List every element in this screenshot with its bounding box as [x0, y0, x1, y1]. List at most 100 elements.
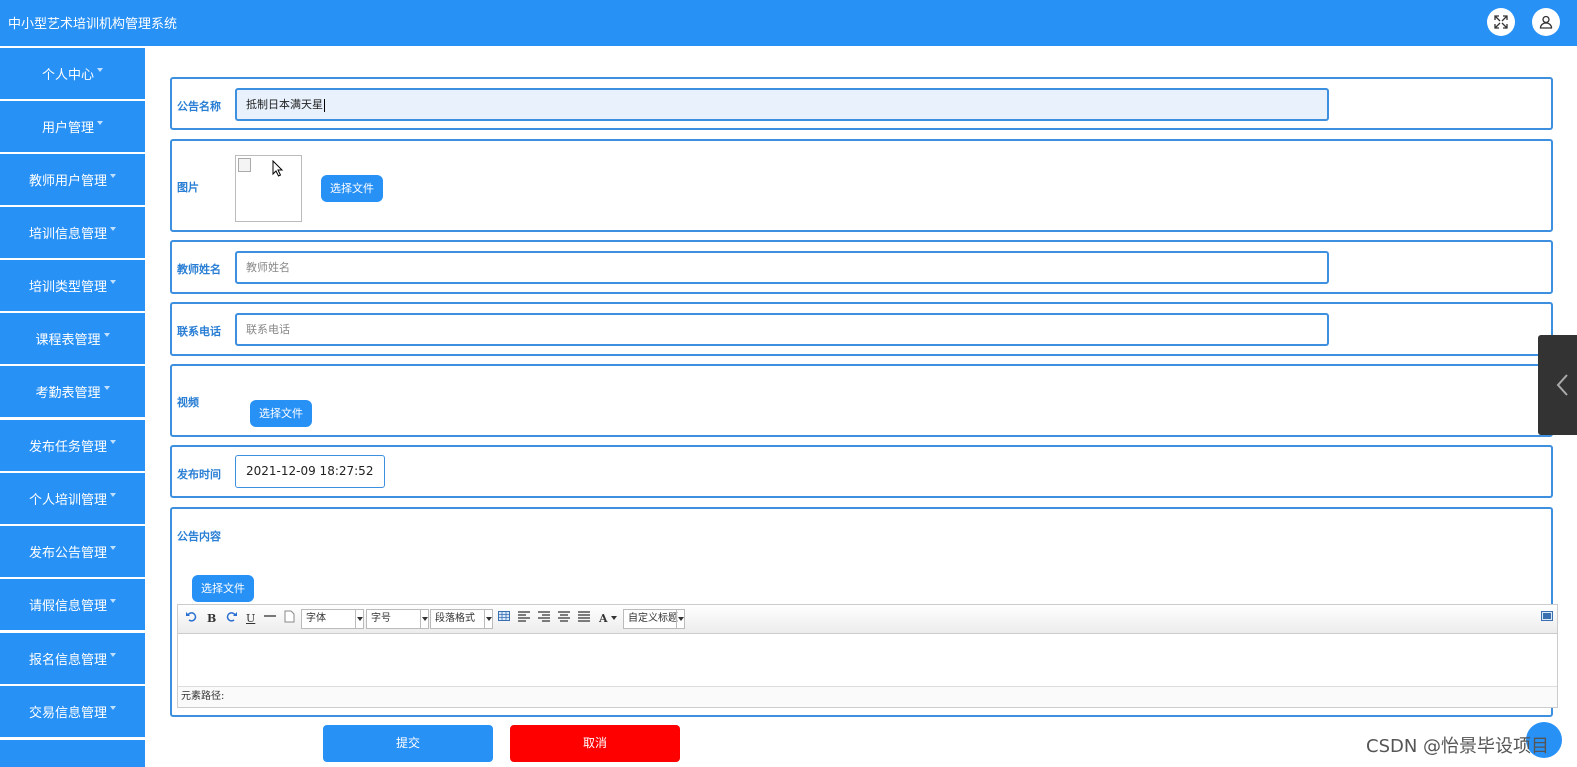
sidebar-item-personal-training[interactable]: 个人培训管理	[0, 473, 145, 524]
undo-icon	[186, 612, 197, 622]
document-icon	[284, 610, 295, 623]
sidebar-item-label: 个人中心	[41, 68, 94, 83]
sidebar-item-announcements[interactable]: 发布公告管理	[0, 526, 145, 577]
caret-down-icon	[103, 332, 110, 337]
dropdown-arrow-icon	[676, 610, 684, 628]
new-document-button[interactable]	[284, 610, 295, 628]
font-family-value: 字体	[306, 613, 326, 624]
image-choose-file-button[interactable]: 选择文件	[321, 175, 383, 202]
sidebar-item-users[interactable]: 用户管理	[0, 101, 145, 152]
sidebar-item-label: 发布公告管理	[28, 546, 107, 561]
sidebar-item-label: 用户管理	[41, 121, 94, 136]
caret-down-icon	[110, 652, 116, 657]
sidebar-item-enrollment[interactable]: 报名信息管理	[0, 633, 145, 684]
font-color-button[interactable]: A	[599, 610, 617, 628]
submit-button[interactable]: 提交	[323, 725, 493, 762]
caret-down-icon	[103, 385, 110, 390]
caret-down-icon	[610, 616, 617, 620]
align-justify-button[interactable]	[578, 610, 590, 628]
sidebar-item-label: 教师用户管理	[28, 174, 107, 189]
align-right-button[interactable]	[538, 610, 550, 628]
caret-down-icon	[110, 598, 116, 603]
align-right-icon	[538, 611, 550, 622]
caret-down-icon	[110, 439, 116, 444]
sidebar-item-training-type[interactable]: 培训类型管理	[0, 260, 145, 311]
sidebar-item-schedule[interactable]: 课程表管理	[0, 313, 145, 364]
editor-content-area[interactable]	[178, 634, 1557, 686]
phone-input[interactable]: 联系电话	[235, 313, 1329, 346]
publish-time-input[interactable]: 2021-12-09 18:27:52	[235, 455, 385, 488]
fullscreen-editor-icon	[1541, 611, 1553, 621]
undo-button[interactable]	[185, 610, 197, 628]
caret-down-icon	[110, 492, 116, 497]
custom-title-value: 自定义标题	[628, 613, 678, 624]
title-input[interactable]: 抵制日本满天星	[235, 88, 1329, 121]
user-button[interactable]	[1532, 8, 1560, 36]
text-cursor	[324, 98, 325, 112]
dropdown-arrow-icon	[420, 610, 428, 628]
user-icon	[1539, 15, 1553, 29]
rich-text-editor: B U 字体 字号 段落格式 A 自定义标题 元素路径:	[177, 604, 1558, 708]
teacher-name-input[interactable]: 教师姓名	[235, 251, 1329, 284]
insert-table-button[interactable]	[498, 610, 510, 628]
sidebar-item-label: 培训信息管理	[28, 227, 107, 242]
sidebar-item-transactions[interactable]: 交易信息管理	[0, 686, 145, 737]
content-choose-file-button[interactable]: 选择文件	[192, 575, 254, 602]
time-row: 发布时间 2021-12-09 18:27:52	[170, 445, 1553, 498]
caret-down-icon	[97, 67, 103, 72]
side-panel-toggle[interactable]	[1538, 335, 1577, 435]
element-path-bar: 元素路径:	[178, 686, 1557, 707]
align-center-button[interactable]	[558, 610, 570, 628]
title-label: 公告名称	[177, 100, 221, 113]
caret-down-icon	[97, 120, 103, 125]
sidebar-item-partial[interactable]	[0, 740, 145, 767]
editor-toolbar: B U 字体 字号 段落格式 A 自定义标题	[178, 605, 1557, 634]
phone-row: 联系电话 联系电话	[170, 302, 1553, 356]
sidebar-item-label: 发布任务管理	[28, 440, 107, 455]
top-bar: 中小型艺术培训机构管理系统	[0, 0, 1577, 46]
sidebar-item-label: 个人培训管理	[28, 493, 107, 508]
redo-button[interactable]	[226, 610, 238, 628]
sidebar-item-personal-center[interactable]: 个人中心	[0, 48, 145, 99]
video-row: 视频 选择文件	[170, 364, 1553, 437]
video-choose-file-button[interactable]: 选择文件	[250, 400, 312, 427]
content-row: 公告内容 选择文件 B U 字体 字号 段落格式 A 自定义标题 元素路径:	[170, 507, 1558, 717]
fullscreen-editor-button[interactable]	[1541, 610, 1553, 628]
chevron-left-icon	[1556, 374, 1568, 396]
paragraph-format-select[interactable]: 段落格式	[430, 609, 493, 629]
sidebar-item-teacher-users[interactable]: 教师用户管理	[0, 154, 145, 205]
image-row: 图片 选择文件	[170, 139, 1553, 232]
custom-title-select[interactable]: 自定义标题	[623, 609, 685, 629]
underline-button[interactable]: U	[246, 610, 255, 628]
font-size-select[interactable]: 字号	[366, 609, 429, 629]
align-left-button[interactable]	[518, 610, 530, 628]
phone-label: 联系电话	[177, 325, 221, 338]
sidebar-item-label: 课程表管理	[35, 333, 101, 348]
sidebar-item-tasks[interactable]: 发布任务管理	[0, 420, 145, 471]
font-family-select[interactable]: 字体	[301, 609, 364, 629]
image-label: 图片	[177, 181, 199, 194]
horizontal-rule-button[interactable]	[264, 610, 276, 628]
sidebar-item-leave[interactable]: 请假信息管理	[0, 579, 145, 630]
app-title: 中小型艺术培训机构管理系统	[8, 17, 178, 32]
mouse-pointer-icon	[272, 160, 284, 177]
sidebar-item-label: 培训类型管理	[28, 280, 107, 295]
bold-button[interactable]: B	[207, 610, 216, 628]
watermark: CSDN @怡景毕设项目	[1366, 736, 1550, 757]
fullscreen-button[interactable]	[1487, 8, 1515, 36]
caret-down-icon	[110, 226, 116, 231]
time-label: 发布时间	[177, 468, 221, 481]
sidebar-item-attendance[interactable]: 考勤表管理	[0, 366, 145, 417]
fullscreen-icon	[1494, 15, 1508, 29]
sidebar-item-label: 考勤表管理	[35, 386, 101, 401]
sidebar-item-training-info[interactable]: 培训信息管理	[0, 207, 145, 258]
sidebar-item-label: 交易信息管理	[28, 706, 107, 721]
title-value: 抵制日本满天星	[246, 98, 323, 111]
table-icon	[498, 611, 510, 621]
caret-down-icon	[110, 279, 116, 284]
caret-down-icon	[110, 545, 116, 550]
image-preview	[235, 155, 302, 222]
cancel-button[interactable]: 取消	[510, 725, 680, 762]
video-label: 视频	[177, 396, 199, 409]
caret-down-icon	[110, 705, 116, 710]
